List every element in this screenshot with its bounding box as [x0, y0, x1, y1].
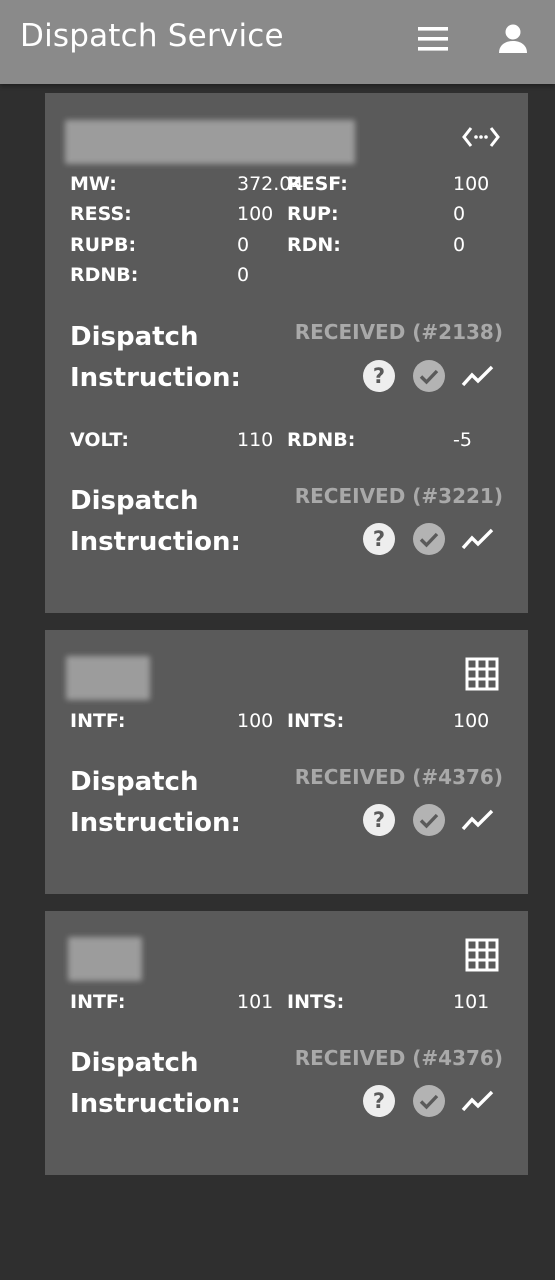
- field-value: 0: [237, 264, 250, 286]
- field-value: 110: [237, 429, 274, 451]
- grid-icon: [465, 657, 499, 691]
- card-action-button[interactable]: [464, 937, 504, 977]
- resource-card: MW: 372.04 RESF: 100 RESS: 100 RUP: 0 RU…: [45, 93, 528, 613]
- resource-card: INTF: 101 INTS: 101 Dispatch Instruction…: [45, 911, 528, 1175]
- field-label: INTF:: [70, 710, 126, 732]
- field-label: RESF:: [287, 173, 348, 195]
- svg-text:?: ?: [373, 1089, 385, 1113]
- account-button[interactable]: [492, 19, 534, 59]
- app-bar: Dispatch Service: [0, 0, 555, 84]
- code-arrows-icon: [462, 127, 500, 147]
- app-title: Dispatch Service: [20, 18, 284, 54]
- field-label: RDN:: [287, 234, 341, 256]
- account-icon: [499, 24, 527, 53]
- check-circle-icon[interactable]: [411, 1083, 447, 1119]
- redacted-resource-name: [65, 120, 355, 164]
- instruction-status: RECEIVED (#4376): [294, 1046, 503, 1070]
- dispatch-instruction-title: Dispatch Instruction:: [70, 486, 241, 557]
- redacted-resource-name: [66, 656, 150, 700]
- svg-text:?: ?: [373, 527, 385, 551]
- grid-icon: [465, 938, 499, 972]
- field-label: RDNB:: [70, 264, 139, 286]
- check-circle-icon[interactable]: [411, 358, 447, 394]
- card-action-button[interactable]: [464, 656, 504, 696]
- field-label: INTS:: [287, 991, 345, 1013]
- check-circle-icon[interactable]: [411, 521, 447, 557]
- field-label: VOLT:: [70, 429, 130, 451]
- dispatch-instruction-title: Dispatch Instruction:: [70, 767, 241, 838]
- redacted-resource-name: [68, 937, 142, 981]
- field-value: 101: [237, 991, 274, 1013]
- menu-button[interactable]: [412, 21, 454, 57]
- help-circle-icon[interactable]: ?: [361, 802, 397, 838]
- resource-card: INTF: 100 INTS: 100 Dispatch Instruction…: [45, 630, 528, 894]
- trend-line-icon[interactable]: [460, 802, 496, 838]
- field-label: RDNB:: [287, 429, 356, 451]
- field-value: 100: [453, 173, 490, 195]
- field-value: 0: [237, 234, 250, 256]
- help-circle-icon[interactable]: ?: [361, 358, 397, 394]
- help-circle-icon[interactable]: ?: [361, 1083, 397, 1119]
- hamburger-menu-icon: [418, 27, 448, 51]
- field-value: 100: [237, 203, 274, 225]
- field-value: 0: [453, 234, 466, 256]
- svg-text:?: ?: [373, 364, 385, 388]
- card-action-button[interactable]: [461, 117, 501, 157]
- svg-text:?: ?: [373, 808, 385, 832]
- help-circle-icon[interactable]: ?: [361, 521, 397, 557]
- field-value: 101: [453, 991, 490, 1013]
- trend-line-icon[interactable]: [460, 1083, 496, 1119]
- instruction-status: RECEIVED (#2138): [294, 320, 503, 344]
- field-label: MW:: [70, 173, 117, 195]
- field-label: RUP:: [287, 203, 339, 225]
- field-value: 0: [453, 203, 466, 225]
- dispatch-instruction-title: Dispatch Instruction:: [70, 322, 241, 393]
- field-value: 100: [453, 710, 490, 732]
- field-label: RESS:: [70, 203, 132, 225]
- dispatch-instruction-title: Dispatch Instruction:: [70, 1048, 241, 1119]
- instruction-status: RECEIVED (#4376): [294, 765, 503, 789]
- field-value: 100: [237, 710, 274, 732]
- field-label: INTF:: [70, 991, 126, 1013]
- field-label: RUPB:: [70, 234, 137, 256]
- trend-line-icon[interactable]: [460, 358, 496, 394]
- trend-line-icon[interactable]: [460, 521, 496, 557]
- field-label: INTS:: [287, 710, 345, 732]
- check-circle-icon[interactable]: [411, 802, 447, 838]
- instruction-status: RECEIVED (#3221): [294, 484, 503, 508]
- field-value: -5: [453, 429, 472, 451]
